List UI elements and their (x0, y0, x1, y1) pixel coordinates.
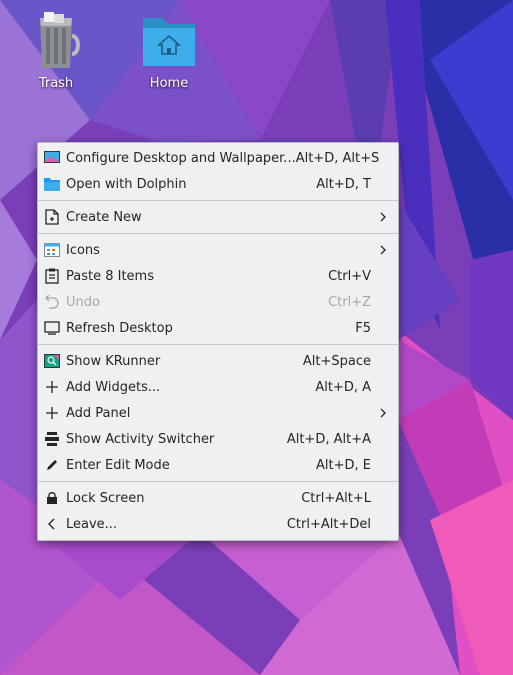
menu-item-label: Add Panel (66, 405, 131, 421)
menu-item-label: Refresh Desktop (66, 320, 173, 336)
menu-item-label: Create New (66, 209, 142, 225)
new-document-icon (44, 209, 60, 225)
clipboard-icon (44, 268, 60, 284)
menu-item-label: Leave... (66, 516, 118, 532)
lock-icon (44, 490, 60, 506)
undo-icon (44, 294, 60, 310)
menu-item-label: Show KRunner (66, 353, 161, 369)
menu-item-label: Paste 8 Items (66, 268, 154, 284)
menu-separator (38, 200, 398, 201)
menu-item-create-new[interactable]: Create New (38, 204, 398, 230)
menu-item-shortcut: Ctrl+Alt+L (301, 490, 371, 506)
home-label: Home (149, 76, 189, 91)
krunner-icon (44, 353, 60, 369)
menu-item-label: Show Activity Switcher (66, 431, 215, 447)
menu-item-refresh-desktop[interactable]: Refresh Desktop F5 (38, 315, 398, 341)
plus-icon (44, 405, 60, 421)
menu-item-undo: Undo Ctrl+Z (38, 289, 398, 315)
activities-icon (44, 431, 60, 447)
menu-item-show-krunner[interactable]: Show KRunner Alt+Space (38, 348, 398, 374)
menu-item-shortcut: Ctrl+Alt+Del (286, 516, 371, 532)
menu-separator (38, 233, 398, 234)
home-folder-icon (143, 18, 195, 66)
menu-item-shortcut: Alt+D, Alt+A (286, 431, 371, 447)
menu-item-label: Enter Edit Mode (66, 457, 170, 473)
menu-item-shortcut: Alt+D, Alt+S (295, 150, 380, 166)
menu-item-shortcut: Alt+D, E (316, 457, 371, 473)
menu-item-label: Lock Screen (66, 490, 145, 506)
monitor-icon (44, 320, 60, 336)
desktop-context-menu: Configure Desktop and Wallpaper... Alt+D… (37, 142, 399, 541)
trash-desktop-icon[interactable]: Trash (20, 10, 92, 91)
menu-item-label: Open with Dolphin (66, 176, 187, 192)
configure-desktop-icon (44, 150, 60, 166)
chevron-right-icon (380, 245, 386, 255)
menu-item-shortcut: Ctrl+V (328, 268, 371, 284)
icons-view-icon (44, 242, 60, 258)
menu-item-icons[interactable]: Icons (38, 237, 398, 263)
menu-item-shortcut: Ctrl+Z (328, 294, 371, 310)
menu-item-shortcut: Alt+D, T (316, 176, 371, 192)
menu-item-shortcut: Alt+D, A (315, 379, 371, 395)
menu-item-show-activity-switcher[interactable]: Show Activity Switcher Alt+D, Alt+A (38, 426, 398, 452)
trash-label: Trash (38, 76, 74, 91)
plus-icon (44, 379, 60, 395)
pencil-icon (44, 457, 60, 473)
menu-item-label: Add Widgets... (66, 379, 161, 395)
menu-item-configure-desktop[interactable]: Configure Desktop and Wallpaper... Alt+D… (38, 145, 398, 171)
chevron-left-icon (44, 516, 60, 532)
menu-item-open-with-dolphin[interactable]: Open with Dolphin Alt+D, T (38, 171, 398, 197)
menu-item-paste[interactable]: Paste 8 Items Ctrl+V (38, 263, 398, 289)
chevron-right-icon (380, 212, 386, 222)
folder-icon (44, 176, 60, 192)
menu-item-shortcut: Alt+Space (302, 353, 371, 369)
menu-item-leave[interactable]: Leave... Ctrl+Alt+Del (38, 511, 398, 537)
menu-item-label: Configure Desktop and Wallpaper... (66, 150, 296, 166)
menu-separator (38, 344, 398, 345)
menu-separator (38, 481, 398, 482)
home-desktop-icon[interactable]: Home (133, 10, 205, 91)
menu-item-add-panel[interactable]: Add Panel (38, 400, 398, 426)
trash-icon (40, 12, 80, 68)
menu-item-label: Undo (66, 294, 100, 310)
chevron-right-icon (380, 408, 386, 418)
menu-item-enter-edit-mode[interactable]: Enter Edit Mode Alt+D, E (38, 452, 398, 478)
menu-item-shortcut: F5 (355, 320, 371, 336)
menu-item-add-widgets[interactable]: Add Widgets... Alt+D, A (38, 374, 398, 400)
menu-item-label: Icons (66, 242, 100, 258)
menu-item-lock-screen[interactable]: Lock Screen Ctrl+Alt+L (38, 485, 398, 511)
